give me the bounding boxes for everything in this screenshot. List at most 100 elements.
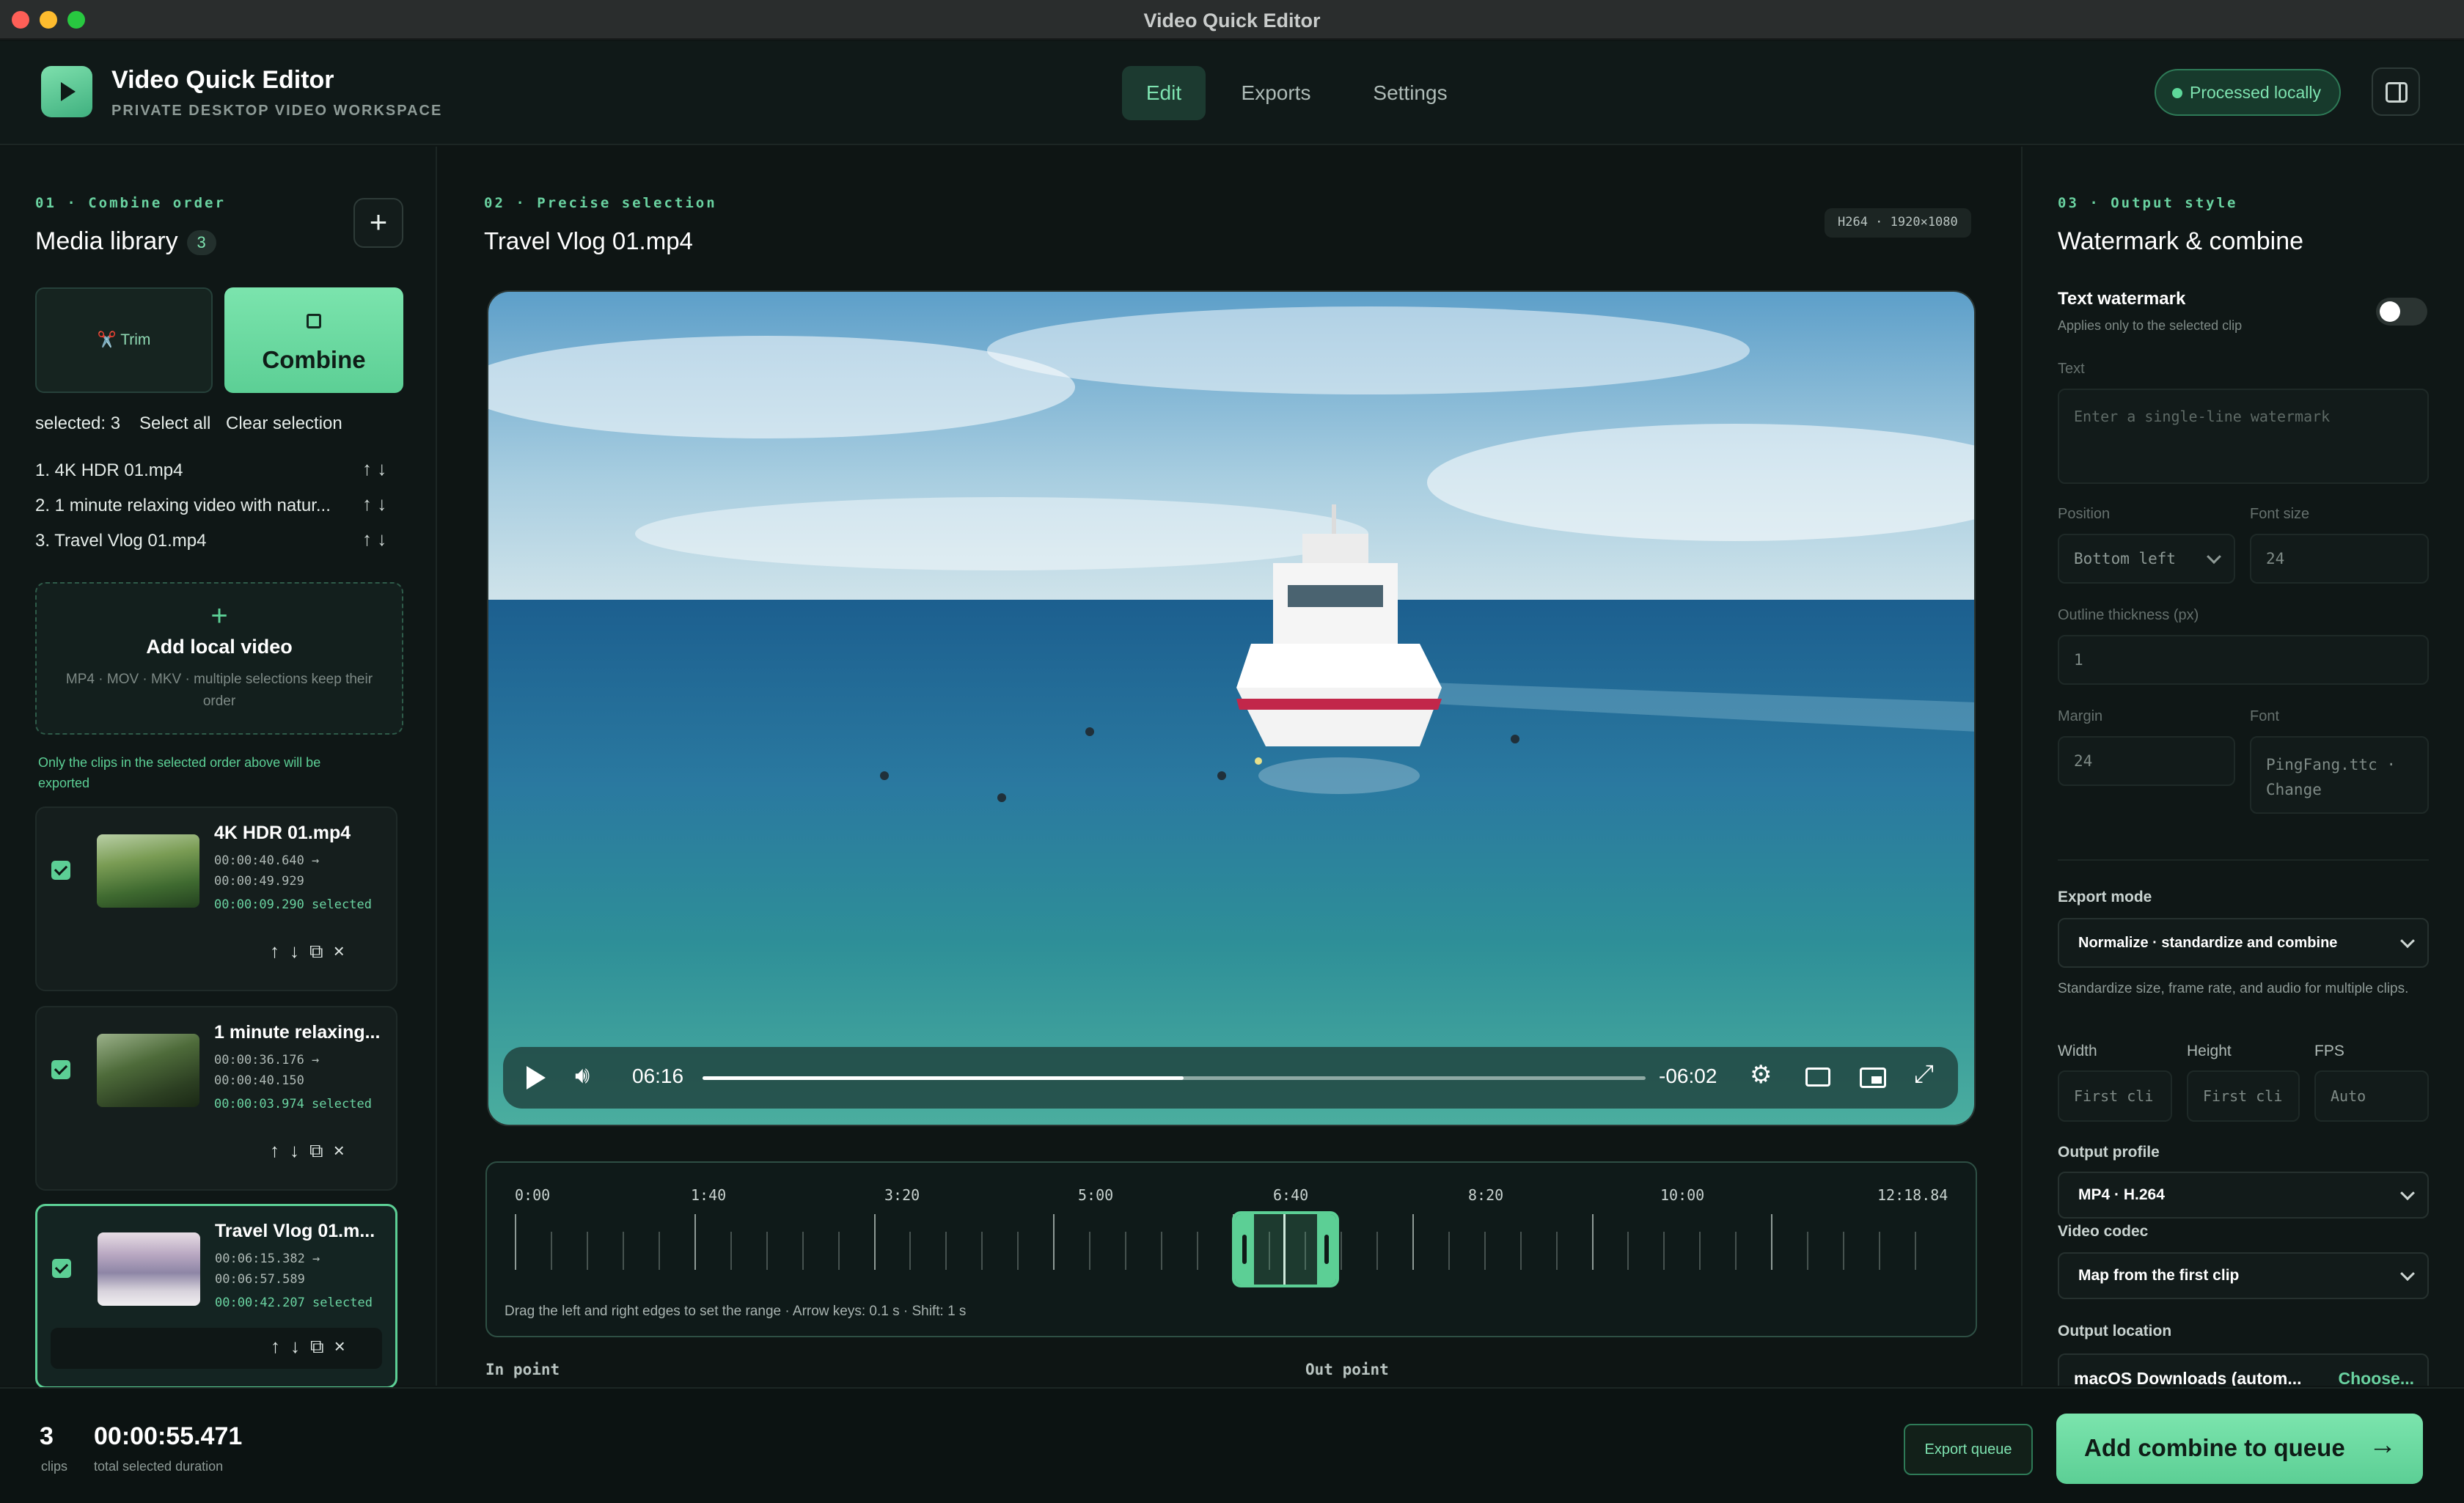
tab-exports[interactable]: Exports [1232, 66, 1320, 120]
timeline-tick-label: 12:18.84 [1877, 1186, 1948, 1204]
toggle-sidebar-button[interactable] [2372, 67, 2420, 116]
video-meta-badge: H264 · 1920×1080 [1825, 208, 1971, 238]
sidebar-icon [2386, 82, 2408, 103]
clip-2-thumbnail [97, 1034, 199, 1107]
add-combine-to-queue-button[interactable]: Add combine to queue → [2056, 1414, 2423, 1484]
clip-2-actions[interactable]: ↑↓⧉× [270, 1139, 355, 1163]
media-library-title-text: Media library [35, 227, 178, 255]
volume-icon[interactable]: 🔊︎ [575, 1062, 590, 1089]
tab-settings[interactable]: Settings [1361, 66, 1459, 120]
clip-2-start: 00:00:36.176 → [214, 1053, 320, 1067]
current-video-title: Travel Vlog 01.mp4 [484, 227, 693, 254]
settings-gear-icon[interactable]: ⚙ [1750, 1060, 1772, 1089]
range-selection-handle[interactable] [1232, 1211, 1339, 1287]
add-video-title: Add local video [146, 636, 293, 658]
cast-icon[interactable] [1805, 1067, 1830, 1087]
font-label: Font [2250, 708, 2280, 724]
export-queue-button[interactable]: Export queue [1904, 1424, 2033, 1475]
order-item-2: 2. 1 minute relaxing video with natur... [35, 496, 331, 515]
order-item-2-arrows[interactable]: ↑ ↓ [362, 493, 386, 515]
timeline-tick [981, 1232, 983, 1270]
font-size-value: 24 [2266, 550, 2285, 567]
clip-3-actions[interactable]: ↑↓⧉× [271, 1335, 356, 1359]
margin-value: 24 [2074, 752, 2093, 770]
output-location-field[interactable]: macOS Downloads (autom... Choose... [2058, 1353, 2429, 1386]
order-item-3-arrows[interactable]: ↑ ↓ [362, 528, 386, 551]
player-controls: 🔊︎ 06:16 -06:02 ⚙ ⤢ [503, 1047, 1958, 1109]
timeline-tick [837, 1232, 840, 1270]
export-mode-description: Standardize size, frame rate, and audio … [2058, 981, 2409, 996]
height-input[interactable]: First cli [2187, 1070, 2300, 1122]
timeline-tick [766, 1232, 768, 1270]
timeline-tick-label: 10:00 [1660, 1186, 1705, 1204]
timeline-tick [873, 1214, 876, 1270]
range-left-handle[interactable] [1235, 1214, 1254, 1285]
add-video-description: MP4 · MOV · MKV · multiple selections ke… [65, 672, 373, 709]
clip-1-checkbox[interactable] [51, 861, 70, 880]
clip-1-start: 00:00:40.640 → [214, 853, 320, 868]
position-select[interactable]: Bottom left [2058, 534, 2235, 584]
export-mode-select[interactable]: Normalize · standardize and combine [2058, 918, 2429, 968]
window-title: Video Quick Editor [1143, 10, 1321, 32]
clip-1-thumbnail [97, 834, 199, 908]
combine-mode-button[interactable]: Combine [224, 287, 403, 393]
clip-1-actions[interactable]: ↑↓⧉× [270, 940, 355, 963]
clear-selection-link[interactable]: Clear selection [226, 414, 342, 434]
add-media-button[interactable]: + [353, 198, 403, 248]
clip-2-checkbox[interactable] [51, 1060, 70, 1079]
timeline-tick [1699, 1232, 1701, 1270]
timeline-tick [909, 1232, 912, 1270]
play-icon[interactable] [527, 1066, 546, 1089]
fps-input[interactable]: Auto [2314, 1070, 2429, 1122]
outline-label: Outline thickness (px) [2058, 607, 2199, 623]
font-size-input[interactable]: 24 [2250, 534, 2429, 584]
timeline-tick [1448, 1232, 1450, 1270]
chevron-down-icon [2400, 1186, 2415, 1201]
fullscreen-icon[interactable]: ⤢ [1914, 1060, 1934, 1089]
clip-card-3[interactable]: Travel Vlog 01.m... 00:06:15.382 → 00:06… [35, 1204, 397, 1389]
watermark-toggle[interactable] [2376, 298, 2427, 326]
app-logo-play-icon [41, 66, 92, 117]
output-profile-select[interactable]: MP4 · H.264 [2058, 1172, 2429, 1219]
video-codec-value: Map from the first clip [2078, 1267, 2240, 1284]
output-location-label: Output location [2058, 1323, 2172, 1340]
video-player[interactable] [487, 290, 1976, 1126]
playback-progress-track[interactable] [703, 1076, 1646, 1080]
fps-label: FPS [2314, 1043, 2344, 1059]
trim-timeline[interactable]: 0:00 1:40 3:20 5:00 6:40 8:20 10:00 12:1… [485, 1161, 1977, 1337]
timeline-tick [586, 1232, 588, 1270]
tab-edit[interactable]: Edit [1122, 66, 1206, 120]
font-picker[interactable]: PingFang.ttc · Change [2250, 736, 2429, 814]
timeline-tick [1376, 1232, 1378, 1270]
timeline-tick [1915, 1232, 1917, 1270]
app-title: Video Quick Editor [111, 66, 334, 94]
order-item-1-arrows[interactable]: ↑ ↓ [362, 457, 386, 480]
clip-card-1[interactable]: 4K HDR 01.mp4 00:00:40.640 → 00:00:49.92… [35, 806, 397, 991]
margin-input[interactable]: 24 [2058, 736, 2235, 786]
picture-in-picture-icon[interactable] [1860, 1067, 1886, 1088]
trim-mode-button[interactable]: ✂️ Trim [35, 287, 213, 393]
video-codec-select[interactable]: Map from the first clip [2058, 1252, 2429, 1299]
in-point-label: In point [485, 1361, 560, 1378]
choose-location-button[interactable]: Choose... [2338, 1355, 2414, 1386]
timeline-tick-label: 6:40 [1273, 1186, 1309, 1204]
outline-input[interactable]: 1 [2058, 635, 2429, 685]
section-label-combine-order: 01 · Combine order [35, 195, 226, 211]
clip-3-checkbox[interactable] [52, 1259, 71, 1278]
add-local-video-dropzone[interactable]: + Add local video MP4 · MOV · MKV · mult… [35, 582, 403, 735]
watermark-text-input[interactable]: Enter a single-line watermark [2058, 389, 2429, 484]
timeline-tick [515, 1214, 516, 1270]
video-codec-label: Video codec [2058, 1223, 2149, 1240]
watermark-text-placeholder: Enter a single-line watermark [2074, 408, 2331, 425]
range-right-handle[interactable] [1317, 1214, 1336, 1285]
clip-card-2[interactable]: 1 minute relaxing... 00:00:36.176 → 00:0… [35, 1006, 397, 1191]
footer-total-duration: 00:00:55.471 [94, 1422, 243, 1450]
timeline-tick [1017, 1232, 1019, 1270]
outline-value: 1 [2074, 651, 2083, 669]
timeline-tick [622, 1232, 624, 1270]
width-input[interactable]: First cli [2058, 1070, 2172, 1122]
timeline-tick [1484, 1232, 1486, 1270]
timeline-tick [1197, 1232, 1199, 1270]
width-label: Width [2058, 1043, 2097, 1059]
select-all-link[interactable]: Select all [139, 414, 210, 434]
